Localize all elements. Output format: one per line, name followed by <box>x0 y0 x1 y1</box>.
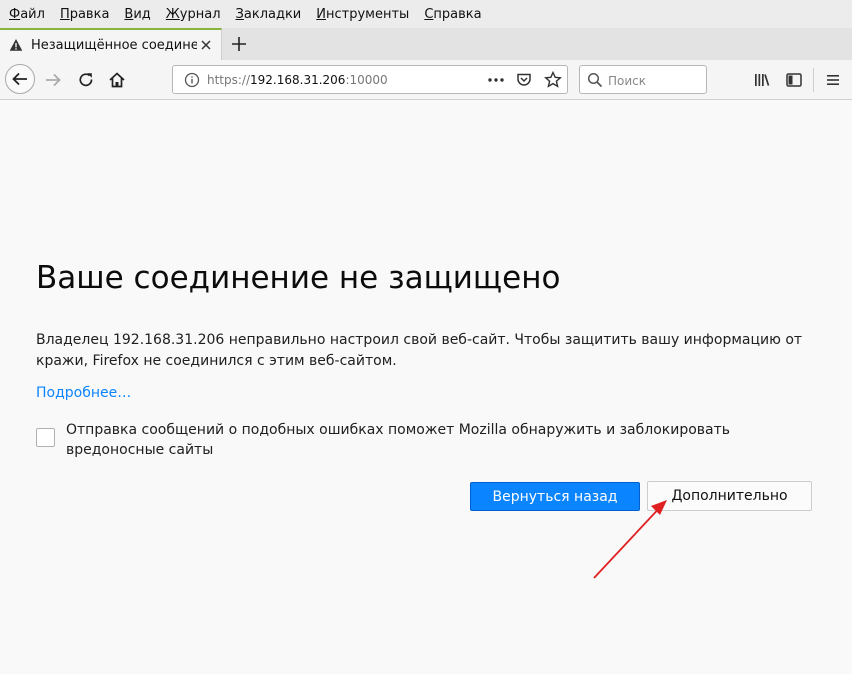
url-scheme: https:// <box>207 73 251 87</box>
sidebar-button[interactable] <box>784 70 804 90</box>
plus-icon <box>232 37 246 51</box>
bookmark-star-icon[interactable] <box>544 71 562 89</box>
advanced-button[interactable]: Дополнительно <box>647 481 812 511</box>
reload-button[interactable] <box>75 70 97 90</box>
search-bar[interactable] <box>579 65 707 94</box>
url-host: 192.168.31.206 <box>250 73 346 87</box>
error-page: Ваше соединение не защищено Владелец 192… <box>0 100 852 674</box>
search-icon <box>587 72 603 88</box>
arrow-right-icon <box>46 73 61 87</box>
library-button[interactable] <box>752 70 772 90</box>
url-port: :10000 <box>345 73 388 87</box>
menu-bar: Файл Правка Вид Журнал Закладки Инструме… <box>0 0 852 28</box>
warning-icon <box>9 39 23 51</box>
info-icon[interactable] <box>184 72 200 88</box>
toolbar-separator <box>813 68 814 92</box>
tab-insecure-connection[interactable]: Незащищённое соединение <box>0 28 222 60</box>
home-button[interactable] <box>106 70 128 90</box>
page-title: Ваше соединение не защищено <box>36 260 561 296</box>
menu-edit[interactable]: Правка <box>54 7 115 22</box>
tab-title: Незащищённое соединение <box>31 37 197 53</box>
pocket-icon[interactable] <box>515 71 533 89</box>
url-bar[interactable]: https://192.168.31.206:10000 <box>172 65 568 94</box>
menu-history[interactable]: Журнал <box>160 7 227 22</box>
back-button[interactable] <box>5 64 35 94</box>
search-input[interactable] <box>606 71 704 91</box>
close-tab-icon[interactable] <box>199 38 213 52</box>
reload-icon <box>79 73 93 87</box>
report-errors-label: Отправка сообщений о подобных ошибках по… <box>66 422 731 458</box>
report-errors-checkbox[interactable] <box>36 428 55 447</box>
hamburger-menu-icon <box>827 75 839 85</box>
tab-bar: Незащищённое соединение <box>0 28 852 60</box>
forward-button[interactable] <box>42 70 64 90</box>
page-actions-icon[interactable] <box>487 74 505 86</box>
new-tab-button[interactable] <box>222 28 256 60</box>
error-description: Владелец 192.168.31.206 неправильно наст… <box>36 332 803 369</box>
menu-button[interactable] <box>823 70 843 90</box>
menu-view[interactable]: Вид <box>118 7 156 22</box>
arrow-left-icon <box>12 72 27 86</box>
menu-file[interactable]: Файл <box>3 7 51 22</box>
learn-more-link[interactable]: Подробнее… <box>36 385 131 401</box>
menu-help[interactable]: Справка <box>418 7 487 22</box>
home-icon <box>109 72 125 88</box>
sidebar-icon <box>786 73 802 87</box>
library-icon <box>755 74 770 86</box>
url-text: https://192.168.31.206:10000 <box>207 73 388 87</box>
menu-tools[interactable]: Инструменты <box>310 7 415 22</box>
navigation-toolbar: https://192.168.31.206:10000 <box>0 60 852 100</box>
menu-bookmarks[interactable]: Закладки <box>230 7 308 22</box>
go-back-button[interactable]: Вернуться назад <box>470 482 640 511</box>
